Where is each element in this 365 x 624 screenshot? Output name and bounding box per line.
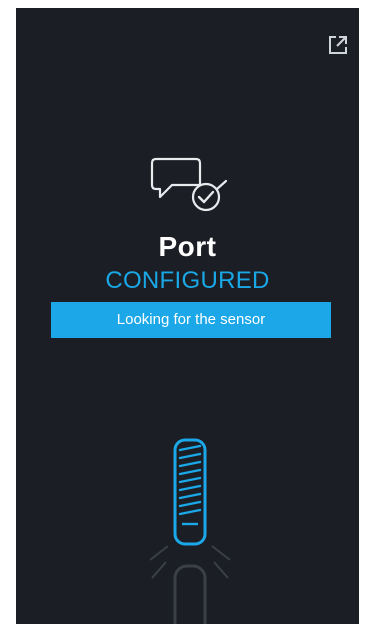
port-configured-icon xyxy=(150,155,232,227)
status-banner: Looking for the sensor xyxy=(51,302,331,338)
app-screen: Port CONFIGURED Looking for the sensor xyxy=(16,8,359,624)
status-text: CONFIGURED xyxy=(105,267,270,294)
page-title: Port xyxy=(158,231,217,262)
sensor-connector-icon xyxy=(146,428,236,624)
external-link-icon[interactable] xyxy=(324,31,352,59)
